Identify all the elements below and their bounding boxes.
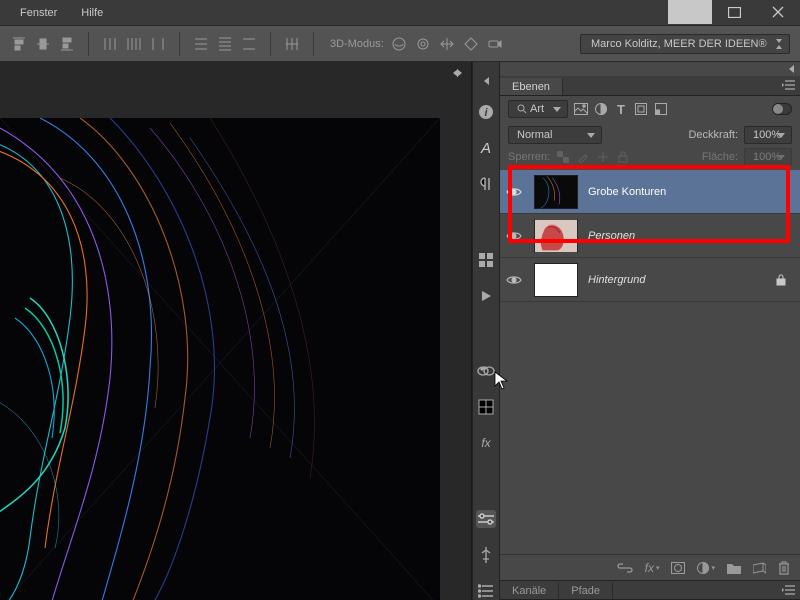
3d-rotate-icon[interactable] xyxy=(390,35,408,53)
menu-fenster[interactable]: Fenster xyxy=(8,7,69,19)
3d-pan-icon[interactable] xyxy=(438,35,456,53)
lock-paint-icon[interactable] xyxy=(576,150,590,164)
trash-icon[interactable] xyxy=(778,561,790,575)
align-top-icon[interactable] xyxy=(10,35,28,53)
distribute-v2-icon[interactable] xyxy=(216,35,234,53)
layer-thumbnail[interactable] xyxy=(534,219,578,253)
fx-panel-icon[interactable]: fx xyxy=(476,434,496,452)
distribute-v1-icon[interactable] xyxy=(192,35,210,53)
distribute-h3-icon[interactable] xyxy=(149,35,167,53)
brush-presets-icon[interactable] xyxy=(476,251,496,269)
3d-roll-icon[interactable] xyxy=(414,35,432,53)
layer-filter-row: Art T xyxy=(500,96,800,122)
3d-slide-icon[interactable] xyxy=(462,35,480,53)
distribute-h1-icon[interactable] xyxy=(101,35,119,53)
adjustments-panel-icon[interactable] xyxy=(476,510,496,528)
opacity-value[interactable]: 100% xyxy=(744,126,792,144)
swatches-panel-icon[interactable] xyxy=(476,362,496,380)
layers-panel-footer: fx ▾ ▾ xyxy=(500,554,800,580)
new-layer-icon[interactable] xyxy=(753,562,766,574)
align-bottom-icon[interactable] xyxy=(58,35,76,53)
filter-type-text-icon[interactable]: T xyxy=(614,102,628,116)
canvas-image xyxy=(0,118,440,600)
character-panel-icon[interactable]: A xyxy=(476,139,496,157)
layer-row-grobe-konturen[interactable]: Grobe Konturen xyxy=(500,170,800,214)
tab-pfade[interactable]: Pfade xyxy=(559,582,613,599)
adjustment-layer-icon[interactable] xyxy=(697,562,709,574)
fill-value[interactable]: 100% xyxy=(744,148,792,166)
layer-name: Personen xyxy=(588,230,635,242)
fill-label: Fläche: xyxy=(702,151,738,163)
link-layers-icon[interactable] xyxy=(617,563,633,573)
play-icon[interactable] xyxy=(476,287,496,305)
layer-name: Hintergrund xyxy=(588,274,645,286)
filter-type-dropdown[interactable]: Art xyxy=(508,100,568,118)
workspace-preset-dropdown[interactable]: Marco Kolditz, MEER DER IDEEN® xyxy=(580,34,790,54)
main-area: i A fx Ebenen Art T xyxy=(0,62,800,600)
visibility-eye-icon[interactable] xyxy=(506,230,524,242)
lock-fill-row: Sperren: Fläche: 100% xyxy=(500,148,800,170)
channels-paths-panel: Kanäle Pfade xyxy=(500,580,800,600)
filter-smart-icon[interactable] xyxy=(654,102,668,116)
minimize-button[interactable] xyxy=(668,0,712,24)
strip-collapse-icon[interactable] xyxy=(484,77,489,85)
layer-mask-icon[interactable] xyxy=(671,562,685,574)
filter-toggle[interactable] xyxy=(772,103,792,115)
align-vcenter-icon[interactable] xyxy=(34,35,52,53)
mode-3d-label: 3D-Modus: xyxy=(330,38,384,50)
opacity-label: Deckkraft: xyxy=(688,129,738,141)
lock-icon xyxy=(776,274,786,286)
layer-row-personen[interactable]: Personen xyxy=(500,214,800,258)
lock-move-icon[interactable] xyxy=(596,150,610,164)
lock-pixels-icon[interactable] xyxy=(556,150,570,164)
layer-thumbnail[interactable] xyxy=(534,175,578,209)
filter-image-icon[interactable] xyxy=(574,102,588,116)
panel-menu-icon[interactable] xyxy=(782,584,796,596)
layers-list: Grobe Konturen Personen Hintergrund xyxy=(500,170,800,554)
layer-row-hintergrund[interactable]: Hintergrund xyxy=(500,258,800,302)
layers-panel-tabs: Ebenen xyxy=(500,76,800,96)
distribute-v3-icon[interactable] xyxy=(240,35,258,53)
maximize-button[interactable] xyxy=(712,0,756,24)
layer-name: Grobe Konturen xyxy=(588,186,666,198)
lock-label-dimmed: Sperren: xyxy=(508,151,550,163)
blend-mode-dropdown[interactable]: Normal xyxy=(508,126,602,144)
window-controls xyxy=(668,0,800,24)
3d-camera-icon[interactable] xyxy=(486,35,504,53)
visibility-eye-icon[interactable] xyxy=(506,274,524,286)
distribute-space-icon[interactable] xyxy=(283,35,301,53)
right-panel-stack: Ebenen Art T Normal Deckkraft: 100% Sper… xyxy=(500,62,800,600)
info-panel-icon[interactable]: i xyxy=(476,103,496,121)
layer-thumbnail[interactable] xyxy=(534,263,578,297)
menu-hilfe[interactable]: Hilfe xyxy=(69,7,115,19)
collapse-right-icon[interactable] xyxy=(457,69,462,77)
group-icon[interactable] xyxy=(727,562,741,574)
lock-all-icon[interactable] xyxy=(616,150,630,164)
filter-adjustment-icon[interactable] xyxy=(594,102,608,116)
options-bar: 3D-Modus: Marco Kolditz, MEER DER IDEEN® xyxy=(0,26,800,62)
panel-menu-icon[interactable] xyxy=(782,79,796,91)
grid-panel-icon[interactable] xyxy=(476,398,496,416)
tab-ebenen[interactable]: Ebenen xyxy=(500,78,563,95)
tab-kanaele[interactable]: Kanäle xyxy=(500,582,559,599)
list-panel-icon[interactable] xyxy=(476,582,496,600)
usb-panel-icon[interactable] xyxy=(476,546,496,564)
blend-opacity-row: Normal Deckkraft: 100% xyxy=(500,122,800,148)
document-canvas[interactable] xyxy=(0,62,472,600)
filter-shape-icon[interactable] xyxy=(634,102,648,116)
visibility-eye-icon[interactable] xyxy=(506,186,524,198)
panel-icon-strip: i A fx xyxy=(472,62,500,600)
paragraph-panel-icon[interactable] xyxy=(476,175,496,193)
distribute-h2-icon[interactable] xyxy=(125,35,143,53)
panel-collapse-icon[interactable] xyxy=(789,65,794,73)
layer-fx-icon[interactable]: fx xyxy=(645,561,654,575)
close-button[interactable] xyxy=(756,0,800,24)
